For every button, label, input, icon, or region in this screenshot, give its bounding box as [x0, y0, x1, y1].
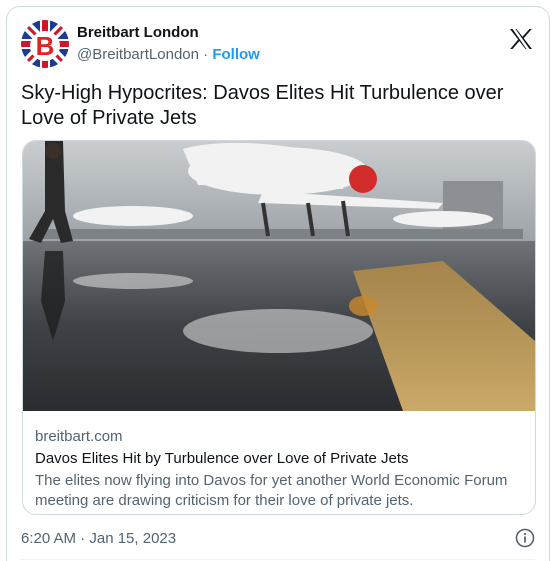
tweet-header: B Breitbart London @BreitbartLondon · Fo…: [21, 19, 535, 69]
svg-text:B: B: [36, 31, 55, 61]
link-title[interactable]: Davos Elites Hit by Turbulence over Love…: [35, 449, 523, 468]
author-names: Breitbart London @BreitbartLondon · Foll…: [77, 23, 260, 65]
link-description: The elites now flying into Davos for yet…: [35, 472, 508, 509]
article-photo-private-jets[interactable]: [23, 141, 535, 411]
tweet-text: Sky-High Hypocrites: Davos Elites Hit Tu…: [21, 82, 504, 129]
handle-separator: ·: [203, 46, 209, 63]
tweet-timestamp[interactable]: 6:20 AM · Jan 15, 2023: [21, 530, 176, 547]
link-preview-card[interactable]: breitbart.com Davos Elites Hit by Turbul…: [22, 140, 536, 515]
author-handle-line: @BreitbartLondon · Follow: [77, 45, 260, 65]
author-display-name[interactable]: Breitbart London: [77, 23, 260, 42]
follow-button[interactable]: Follow: [212, 46, 260, 63]
author-handle[interactable]: @BreitbartLondon: [77, 46, 199, 63]
link-meta: breitbart.com Davos Elites Hit by Turbul…: [35, 427, 523, 511]
avatar[interactable]: B: [21, 20, 69, 68]
link-domain: breitbart.com: [35, 428, 123, 445]
divider: [21, 559, 535, 560]
tweet-embed-card: B Breitbart London @BreitbartLondon · Fo…: [6, 6, 550, 561]
info-icon[interactable]: [515, 528, 535, 548]
breitbart-logo-icon: B: [21, 20, 69, 68]
x-logo-icon[interactable]: [509, 28, 533, 50]
